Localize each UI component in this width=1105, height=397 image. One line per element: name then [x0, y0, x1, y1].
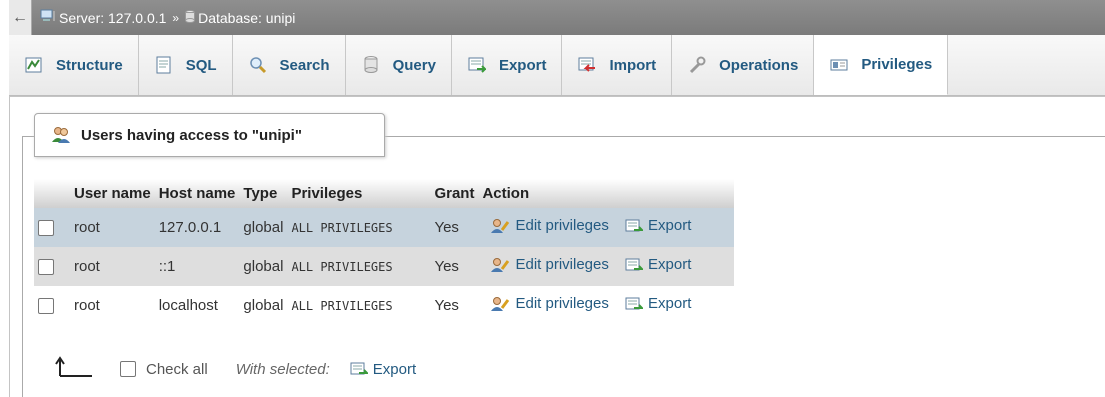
cell-action: Edit privileges Export	[478, 286, 735, 325]
breadcrumb-database-label: Database: unipi	[198, 9, 296, 26]
breadcrumb: ← Server: 127.0.0.1 » Database: unipi	[9, 0, 1105, 36]
header-select	[34, 179, 70, 208]
export-label: Export	[648, 256, 692, 274]
edit-user-icon	[491, 218, 510, 233]
tab-operations[interactable]: Operations	[672, 35, 815, 95]
export-icon	[625, 219, 644, 232]
export-link[interactable]: Export	[625, 217, 691, 234]
cell-grant: Yes	[430, 286, 479, 325]
section-legend: Users having access to "unipi"	[34, 113, 385, 157]
server-icon	[40, 9, 56, 26]
cell-grant: Yes	[430, 247, 479, 286]
export-icon	[625, 297, 644, 310]
cell-user: root	[70, 208, 155, 247]
tab-sql-label: SQL	[185, 56, 217, 74]
bulk-actions: Check all With selected: Export	[54, 356, 416, 382]
header-user-name: User name	[70, 179, 155, 208]
database-icon	[185, 9, 196, 26]
edit-privileges-label: Edit privileges	[515, 217, 609, 235]
header-type: Type	[239, 179, 288, 208]
export-icon	[625, 258, 644, 271]
header-grant: Grant	[430, 179, 479, 208]
cell-privileges: ALL PRIVILEGES	[287, 247, 431, 286]
edit-privileges-label: Edit privileges	[515, 295, 609, 313]
cell-type: global	[239, 208, 288, 247]
cell-privileges: ALL PRIVILEGES	[287, 286, 431, 325]
tab-privileges-label: Privileges	[861, 56, 933, 73]
structure-icon	[24, 55, 44, 75]
edit-privileges-link[interactable]: Edit privileges	[490, 295, 609, 313]
with-selected-label: With selected:	[235, 360, 330, 378]
sql-icon	[154, 55, 174, 75]
tab-export-label: Export	[498, 56, 547, 74]
import-icon	[577, 55, 597, 75]
header-privileges: Privileges	[287, 179, 431, 208]
edit-privileges-label: Edit privileges	[515, 256, 609, 274]
cell-host: 127.0.0.1	[154, 208, 240, 247]
tab-export[interactable]: Export	[452, 35, 563, 95]
arrow-left-icon[interactable]: ←	[9, 0, 32, 35]
tab-search[interactable]: Search	[233, 35, 346, 95]
table-row: root localhost global ALL PRIVILEGES Yes…	[34, 286, 735, 325]
cell-type: global	[239, 247, 288, 286]
tab-structure[interactable]: Structure	[9, 35, 139, 95]
check-all-checkbox[interactable]	[120, 361, 136, 377]
tab-import[interactable]: Import	[562, 35, 673, 95]
cell-host: ::1	[154, 247, 240, 286]
edit-user-icon	[491, 296, 510, 311]
cell-action: Edit privileges Export	[478, 208, 735, 247]
query-icon	[361, 55, 381, 75]
search-icon	[248, 55, 268, 75]
tab-operations-label: Operations	[719, 56, 799, 74]
bulk-export-button[interactable]: Export	[350, 361, 416, 378]
breadcrumb-server[interactable]: Server: 127.0.0.1	[40, 9, 166, 26]
tab-search-label: Search	[279, 56, 330, 74]
cell-user: root	[70, 286, 155, 325]
export-link[interactable]: Export	[625, 256, 691, 273]
export-icon	[350, 362, 368, 375]
tab-sql[interactable]: SQL	[139, 35, 233, 95]
bulk-export-label: Export	[372, 360, 417, 378]
tab-query[interactable]: Query	[346, 35, 452, 95]
breadcrumb-separator: »	[172, 10, 180, 25]
cell-grant: Yes	[430, 208, 479, 247]
users-icon	[51, 126, 71, 144]
arrow-up-corner-icon	[54, 356, 94, 382]
check-all-label[interactable]: Check all	[146, 361, 208, 378]
section-title: Users having access to "unipi"	[81, 126, 302, 144]
cell-user: root	[70, 247, 155, 286]
content-left-border	[9, 96, 10, 397]
edit-privileges-link[interactable]: Edit privileges	[490, 217, 609, 235]
tab-privileges[interactable]: Privileges	[814, 35, 949, 95]
users-table: User name Host name Type Privileges Gran…	[34, 179, 735, 325]
table-header-row: User name Host name Type Privileges Gran…	[34, 179, 735, 208]
tab-structure-label: Structure	[56, 56, 123, 74]
cell-host: localhost	[154, 286, 240, 325]
tab-import-label: Import	[609, 56, 657, 74]
table-row: root 127.0.0.1 global ALL PRIVILEGES Yes…	[34, 208, 735, 247]
fieldset-left-border	[22, 136, 23, 397]
tab-query-label: Query	[392, 56, 436, 74]
privileges-icon	[829, 55, 849, 75]
export-label: Export	[648, 217, 692, 235]
export-label: Export	[648, 295, 692, 313]
breadcrumb-database[interactable]: Database: unipi	[185, 9, 296, 26]
row-checkbox[interactable]	[38, 298, 54, 315]
cell-type: global	[239, 286, 288, 325]
cell-privileges: ALL PRIVILEGES	[287, 208, 431, 247]
edit-privileges-link[interactable]: Edit privileges	[490, 256, 609, 274]
row-checkbox[interactable]	[38, 259, 54, 276]
breadcrumb-server-label: Server: 127.0.0.1	[59, 9, 167, 26]
table-row: root ::1 global ALL PRIVILEGES Yes Edit …	[34, 247, 735, 286]
row-checkbox[interactable]	[38, 220, 54, 237]
edit-user-icon	[491, 257, 510, 272]
header-host-name: Host name	[154, 179, 240, 208]
export-link[interactable]: Export	[625, 295, 691, 312]
header-action: Action	[478, 179, 735, 208]
wrench-icon	[687, 55, 707, 75]
tab-bar: Structure SQL Search Query Export Import…	[9, 35, 1105, 97]
cell-action: Edit privileges Export	[478, 247, 735, 286]
export-icon	[467, 55, 487, 75]
